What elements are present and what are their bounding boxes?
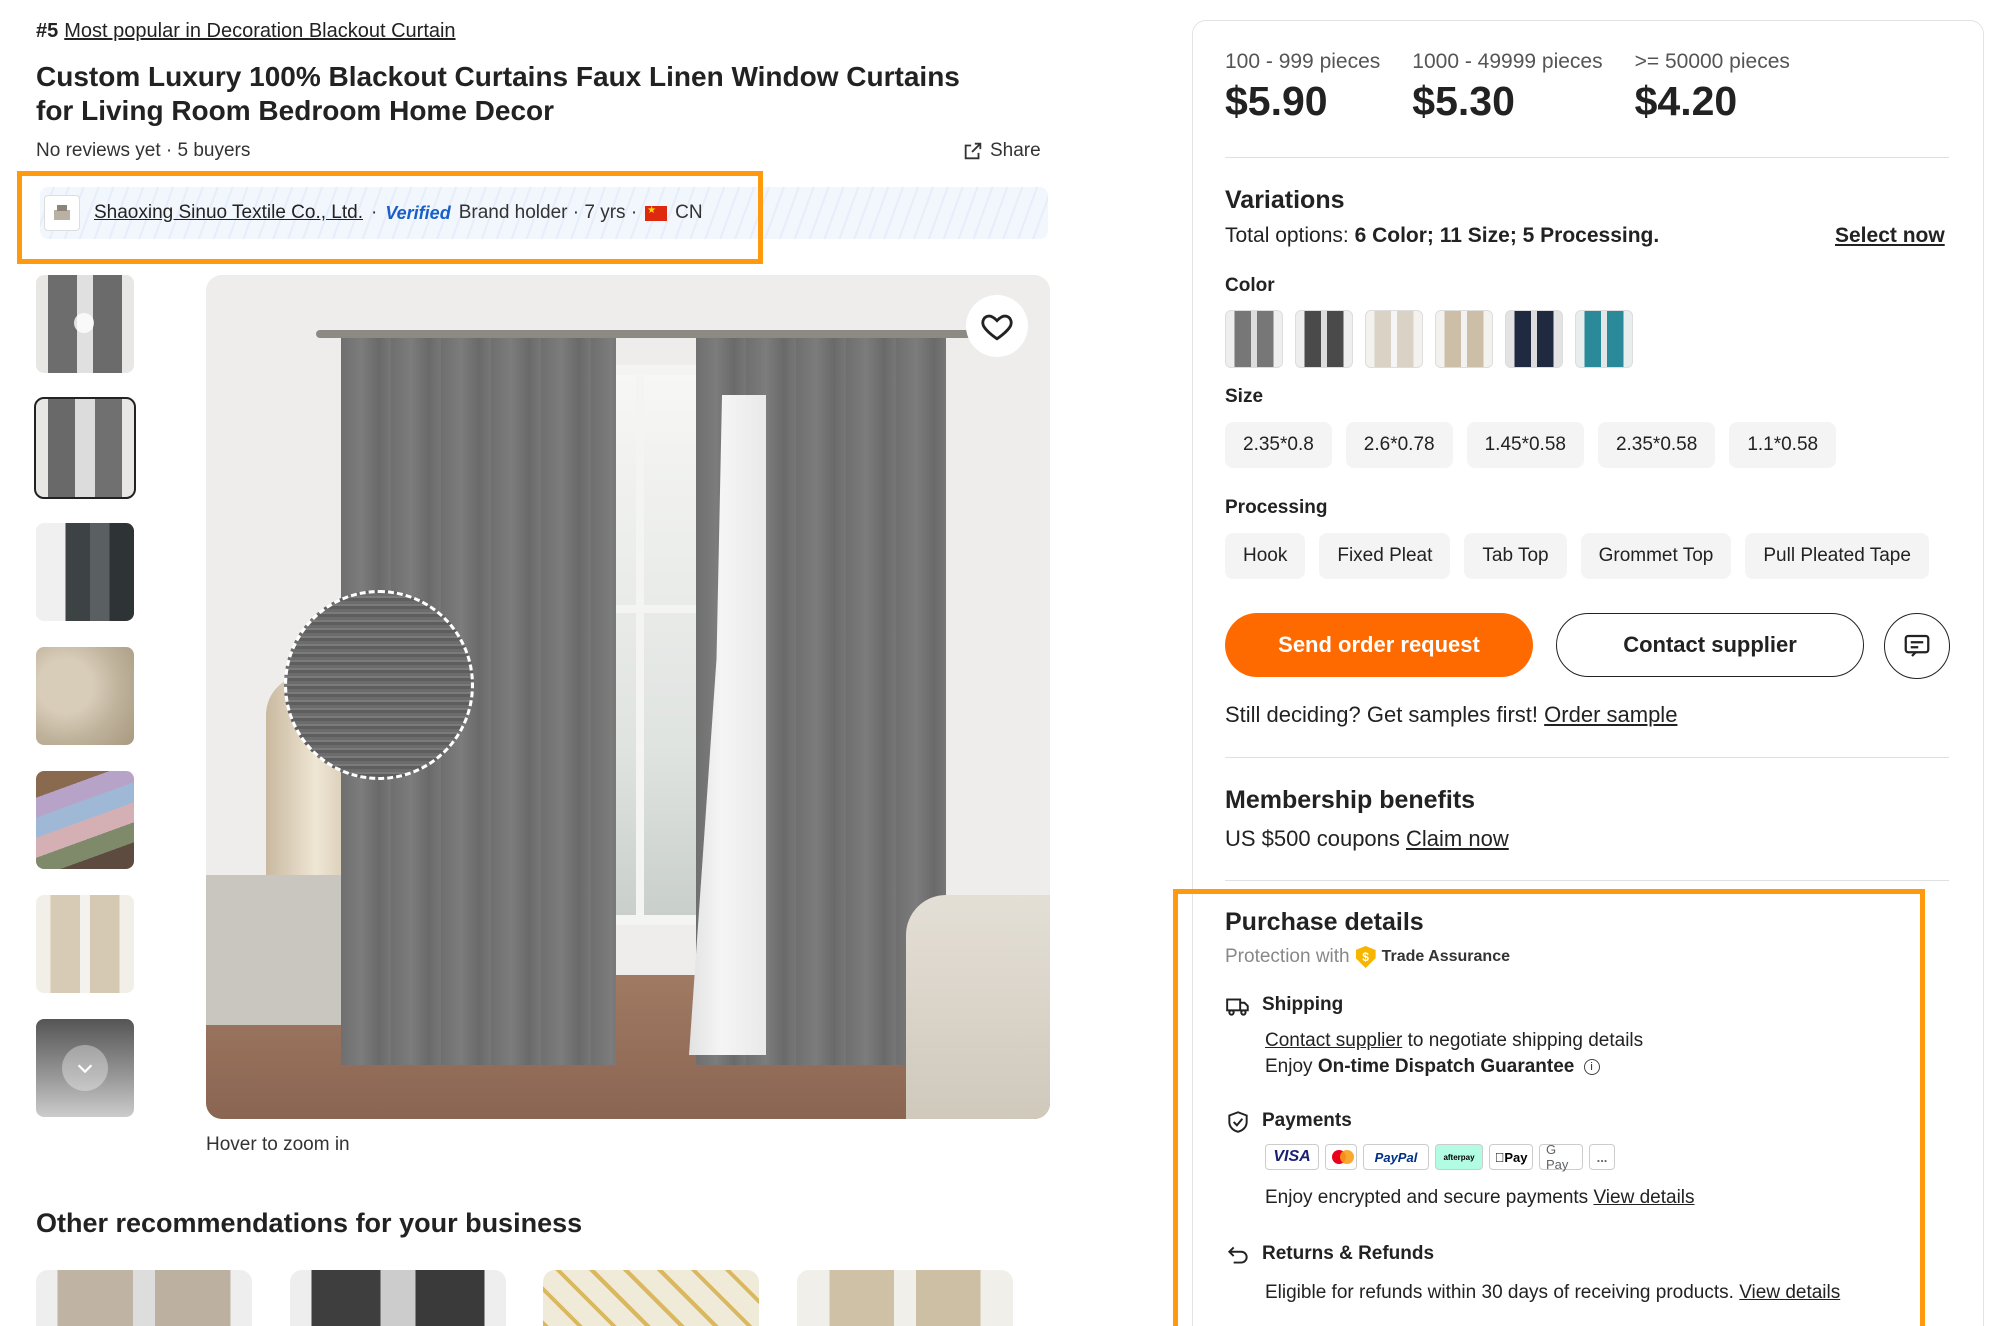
thumbnail-scroll-down[interactable] — [36, 1019, 134, 1117]
color-swatch[interactable] — [1225, 310, 1283, 368]
price-tier: 1000 - 49999 pieces $5.30 — [1412, 50, 1602, 125]
color-swatch[interactable] — [1295, 310, 1353, 368]
processing-chip[interactable]: Grommet Top — [1580, 533, 1732, 579]
main-product-image[interactable] — [206, 275, 1050, 1119]
thumbnail-image[interactable] — [36, 647, 134, 745]
processing-chip[interactable]: Fixed Pleat — [1319, 533, 1451, 579]
color-label: Color — [1225, 275, 1275, 296]
coupon-text: US $500 coupons — [1225, 826, 1400, 851]
tier-quantity: 100 - 999 pieces — [1225, 50, 1381, 73]
supplier-highlight-box — [17, 171, 763, 264]
play-icon — [74, 313, 94, 333]
chat-icon — [1904, 634, 1930, 657]
zoom-hint: Hover to zoom in — [206, 1134, 350, 1155]
contact-supplier-button[interactable]: Contact supplier — [1556, 613, 1864, 677]
thumbnail-image[interactable] — [36, 771, 134, 869]
thumbnail-image[interactable] — [36, 895, 134, 993]
size-chip[interactable]: 2.35*0.8 — [1225, 422, 1332, 468]
samples-text: Still deciding? Get samples first! — [1225, 702, 1539, 727]
recommendation-card[interactable] — [543, 1270, 759, 1326]
processing-label: Processing — [1225, 497, 1328, 518]
variations-total-value: 6 Color; 11 Size; 5 Processing. — [1354, 224, 1660, 247]
thumbnail-image[interactable] — [36, 523, 134, 621]
recommendations-title: Other recommendations for your business — [36, 1208, 583, 1238]
send-order-request-button[interactable]: Send order request — [1225, 613, 1533, 677]
divider — [1225, 880, 1949, 881]
heart-icon — [981, 314, 1013, 341]
color-options — [1225, 310, 1633, 368]
size-chip[interactable]: 2.6*0.78 — [1345, 422, 1453, 468]
claim-now-link[interactable]: Claim now — [1406, 826, 1509, 851]
chat-button[interactable] — [1884, 613, 1950, 679]
size-label: Size — [1225, 386, 1264, 407]
select-now-link[interactable]: Select now — [1835, 224, 1945, 248]
share-label: Share — [990, 140, 1041, 161]
membership-coupon: US $500 coupons Claim now — [1225, 826, 1509, 852]
thumbnail-video[interactable] — [36, 275, 134, 373]
color-swatch[interactable] — [1435, 310, 1493, 368]
variations-title: Variations — [1225, 186, 1345, 214]
rank-number: #5 — [36, 20, 59, 42]
color-swatch[interactable] — [1575, 310, 1633, 368]
share-icon — [964, 142, 982, 160]
share-button[interactable]: Share — [962, 140, 1041, 162]
membership-title: Membership benefits — [1225, 786, 1476, 814]
recommendation-card[interactable] — [797, 1270, 1013, 1326]
tier-price: $5.30 — [1412, 78, 1515, 124]
thumbnail-image-selected[interactable] — [34, 397, 136, 499]
recommendation-card[interactable] — [36, 1270, 252, 1326]
ranking-badge: #5 Most popular in Decoration Blackout Cu… — [36, 20, 456, 43]
armchair-illustration — [906, 895, 1050, 1119]
tier-price: $5.90 — [1225, 78, 1328, 124]
color-swatch[interactable] — [1505, 310, 1563, 368]
thumbnail-list — [34, 275, 136, 1143]
processing-chip[interactable]: Tab Top — [1464, 533, 1567, 579]
order-sample-link[interactable]: Order sample — [1544, 702, 1677, 727]
tier-quantity: 1000 - 49999 pieces — [1412, 50, 1603, 73]
processing-options: Hook Fixed Pleat Tab Top Grommet Top Pul… — [1225, 533, 1929, 579]
recommendation-card[interactable] — [290, 1270, 506, 1326]
divider — [1225, 157, 1949, 158]
tier-price: $4.20 — [1634, 78, 1738, 124]
tier-quantity: >= 50000 pieces — [1634, 50, 1790, 73]
curtain-rod-illustration — [316, 330, 976, 338]
size-options: 2.35*0.8 2.6*0.78 1.45*0.58 2.35*0.58 1.… — [1225, 422, 1837, 468]
size-chip[interactable]: 1.45*0.58 — [1466, 422, 1584, 468]
price-tier: >= 50000 pieces $4.20 — [1635, 50, 1790, 125]
size-chip[interactable]: 2.35*0.58 — [1597, 422, 1716, 468]
price-tiers: 100 - 999 pieces $5.90 1000 - 49999 piec… — [1225, 50, 1822, 125]
product-title: Custom Luxury 100% Blackout Curtains Fau… — [36, 61, 960, 126]
price-tier: 100 - 999 pieces $5.90 — [1225, 50, 1380, 125]
variations-total-prefix: Total options: — [1225, 224, 1349, 247]
review-summary: No reviews yet · 5 buyers — [36, 140, 251, 161]
chevron-down-icon — [62, 1045, 108, 1091]
variations-total: Total options: 6 Color; 11 Size; 5 Proce… — [1225, 224, 1659, 248]
purchase-details-highlight-box — [1173, 889, 1925, 1326]
ranking-category-link[interactable]: Most popular in Decoration Blackout Curt… — [64, 20, 455, 42]
color-swatch[interactable] — [1365, 310, 1423, 368]
fabric-zoom-swatch — [284, 590, 474, 780]
favorite-button[interactable] — [966, 295, 1028, 357]
samples-line: Still deciding? Get samples first! Order… — [1225, 702, 1677, 728]
divider — [1225, 757, 1949, 758]
processing-chip[interactable]: Pull Pleated Tape — [1745, 533, 1929, 579]
processing-chip[interactable]: Hook — [1225, 533, 1306, 579]
size-chip[interactable]: 1.1*0.58 — [1729, 422, 1837, 468]
